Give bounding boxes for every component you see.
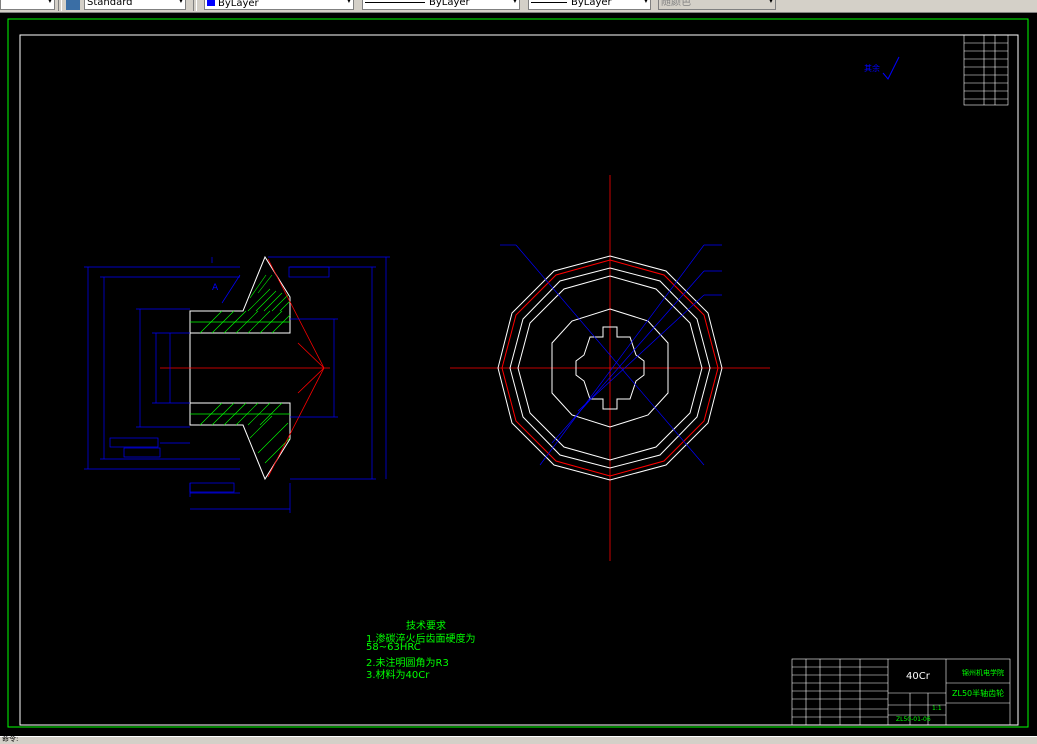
color-swatch-icon — [207, 0, 215, 6]
drawing-canvas[interactable]: A 其余 技术要求 1.渗碳淬火后齿面硬度为 58~63HRC 2.未注明圆角为… — [0, 13, 1037, 736]
title-block-school: 锦州机电学院 — [962, 669, 1004, 677]
text-style-icon[interactable] — [66, 0, 80, 10]
linetype-dropdown[interactable]: ByLayer ▼ — [362, 0, 520, 10]
chevron-down-icon: ▼ — [178, 0, 184, 4]
color-value: ByLayer — [218, 0, 259, 9]
cad-drawing — [7, 18, 1029, 728]
section-view — [84, 255, 390, 513]
title-block-material: 40Cr — [906, 671, 930, 682]
front-dimension-leaders — [500, 244, 722, 466]
title-block-part-name: ZL50半轴齿轮 — [952, 689, 1005, 698]
lineweight-value: ByLayer — [571, 0, 612, 8]
properties-toolbar: ▼ Standard ▼ ByLayer ▼ ByLayer ▼ ByLayer ▼ 随… — [0, 0, 1037, 13]
linetype-value: ByLayer — [429, 0, 470, 8]
chevron-down-icon: ▼ — [346, 0, 352, 4]
chevron-down-icon: ▼ — [47, 0, 53, 4]
lineweight-dropdown[interactable]: ByLayer ▼ — [528, 0, 651, 10]
chevron-down-icon: ▼ — [512, 0, 518, 4]
layer-dropdown[interactable]: ▼ — [0, 0, 55, 10]
color-dropdown[interactable]: ByLayer ▼ — [204, 0, 354, 10]
toolbar-separator — [58, 0, 62, 11]
plotstyle-value: 随颜色 — [661, 0, 691, 8]
tech-req-line-2: 58~63HRC — [366, 642, 421, 653]
plotstyle-dropdown[interactable]: 随颜色 ▼ — [658, 0, 776, 10]
title-block-drawing-no: ZL50-01-06 — [896, 716, 931, 723]
front-view — [450, 175, 770, 561]
linetype-preview-icon — [365, 1, 425, 3]
toolbar-separator — [193, 0, 197, 11]
tech-req-line-4: 3.材料为40Cr — [366, 670, 430, 681]
chevron-down-icon: ▼ — [643, 0, 649, 4]
text-style-value: Standard — [87, 0, 133, 8]
view-label: A — [212, 283, 219, 293]
roughness-symbol — [882, 56, 900, 80]
roughness-note: 其余 — [864, 64, 880, 73]
pitch-cone-lines — [160, 258, 330, 478]
outer-frame — [7, 18, 1029, 728]
chevron-down-icon: ▼ — [768, 0, 774, 4]
title-block-scale: 1:1 — [932, 705, 942, 712]
lineweight-preview-icon — [531, 1, 567, 3]
section-dimensions — [84, 256, 390, 513]
section-hatch — [199, 274, 291, 464]
text-style-dropdown[interactable]: Standard ▼ — [84, 0, 186, 10]
gear-parameter-table — [963, 34, 1009, 106]
